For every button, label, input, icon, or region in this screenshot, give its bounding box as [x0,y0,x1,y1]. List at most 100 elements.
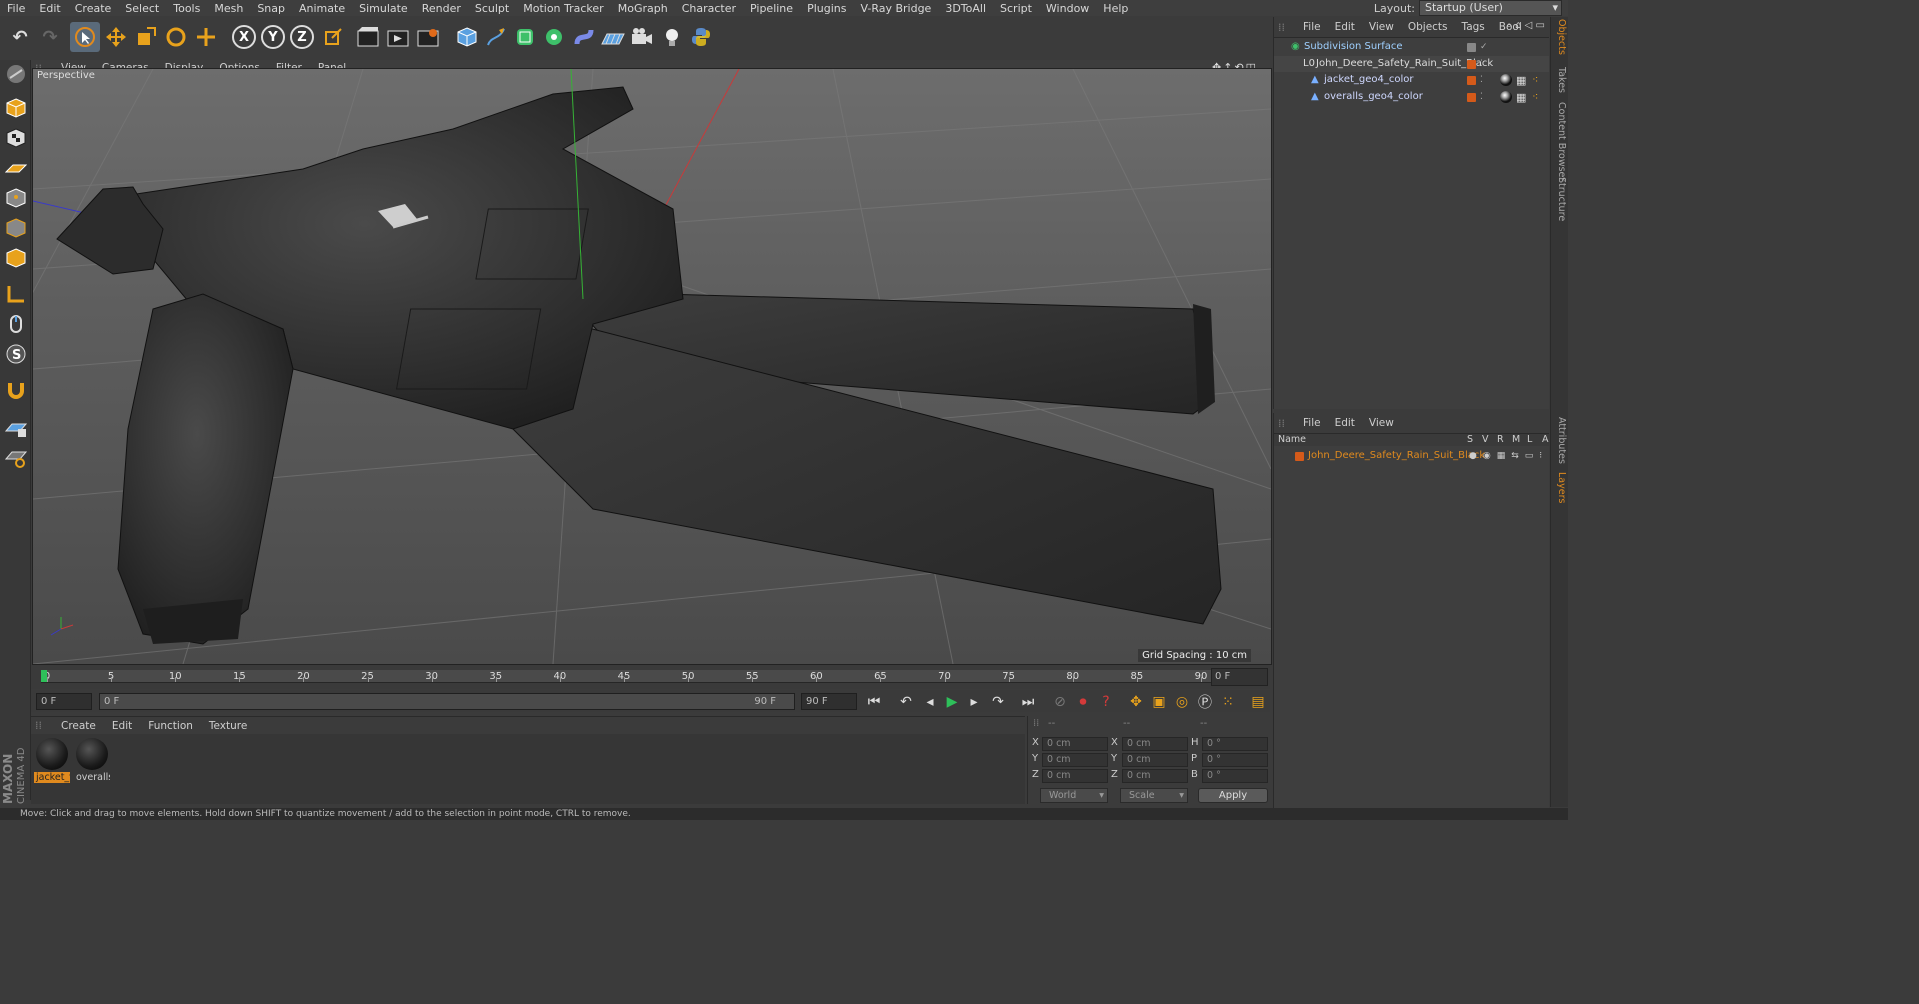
layer-flag-column[interactable]: A [1542,434,1549,445]
auto-key-icon[interactable]: ? [1097,693,1115,711]
render-picture-viewer-icon[interactable] [383,22,413,52]
layer-menu-view[interactable]: View [1362,417,1401,429]
render-view-icon[interactable] [353,22,383,52]
tweak-mode-icon[interactable] [2,310,30,338]
side-tab-structure[interactable]: Structure [1553,177,1567,221]
key-param-icon[interactable]: Ⓟ [1196,693,1214,711]
x-axis-lock-button[interactable]: X [229,22,259,52]
menu-mesh[interactable]: Mesh [207,2,250,15]
object-row[interactable]: ◉ Subdivision Surface ✓ [1274,39,1549,55]
timeline-ruler[interactable]: 051015202530354045505560657075808590 [41,670,1241,683]
frame-range-slider[interactable]: 0 F 90 F [99,693,795,710]
menu-select[interactable]: Select [118,2,166,15]
menu-render[interactable]: Render [415,2,468,15]
coord-value-field[interactable]: 0 cm [1042,769,1108,783]
go-to-end-icon[interactable]: ⏭ [1019,693,1037,711]
coord-value-field[interactable]: 0 cm [1042,737,1108,751]
apply-button[interactable]: Apply [1198,788,1268,803]
texture-mode-icon[interactable] [2,124,30,152]
transform-icon[interactable] [191,22,221,52]
record-disabled-icon[interactable]: ⊘ [1051,693,1069,711]
z-axis-lock-button[interactable]: Z [287,22,317,52]
previous-frame-icon[interactable]: ◂ [921,693,939,711]
texture-tag-icon[interactable]: ▦ [1516,90,1526,106]
previous-key-icon[interactable]: ↶ [897,693,915,711]
layer-flag-column[interactable]: L [1527,434,1532,445]
record-icon[interactable]: ⏺ [1074,693,1092,711]
layer-flag-column[interactable]: M [1512,434,1520,445]
object-menu-file[interactable]: File [1296,21,1328,33]
side-tab-layers[interactable]: Layers [1553,472,1567,503]
render-settings-icon[interactable] [413,22,443,52]
live-selection-icon[interactable] [70,22,100,52]
next-frame-icon[interactable]: ▸ [965,693,983,711]
menu-v-ray-bridge[interactable]: V-Ray Bridge [853,2,938,15]
layer-color-chip[interactable] [1467,59,1476,69]
coord-value-field[interactable]: 0 ° [1202,769,1268,783]
key-position-icon[interactable]: ✥ [1127,693,1145,711]
menu-simulate[interactable]: Simulate [352,2,415,15]
key-pla-icon[interactable]: ⁙ [1219,693,1237,711]
menu-plugins[interactable]: Plugins [800,2,853,15]
start-frame-field[interactable]: 0 F [36,693,92,710]
floor-icon[interactable] [598,22,628,52]
menu-file[interactable]: File [0,2,32,15]
timeline-window-icon[interactable]: ▤ [1249,693,1267,711]
end-frame-field[interactable]: 90 F [801,693,857,710]
visibility-dots-icon[interactable]: ⁚ [1480,89,1483,105]
object-menu-objects[interactable]: Objects [1401,21,1455,33]
timeline[interactable]: 051015202530354045505560657075808590 0 F [31,665,1270,689]
material-menu-edit[interactable]: Edit [104,720,140,732]
material-tag-icon[interactable] [1500,90,1512,103]
menu-help[interactable]: Help [1096,2,1135,15]
workplane-lock-icon[interactable] [2,414,30,442]
workplane-icon[interactable] [2,154,30,182]
cloner-icon[interactable] [539,22,569,52]
menu-edit[interactable]: Edit [32,2,67,15]
material-menu-create[interactable]: Create [53,720,104,732]
layer-color-chip[interactable] [1467,76,1476,85]
perspective-viewport[interactable]: Perspective Grid Spacing : 10 cm [32,68,1272,665]
coord-value-field[interactable]: 0 ° [1202,737,1268,751]
coordinate-system-icon[interactable] [318,22,348,52]
playhead[interactable] [41,670,47,682]
play-icon[interactable]: ▶ [943,693,961,711]
phong-tag-icon[interactable]: ⁖ [1532,89,1538,105]
go-to-start-icon[interactable]: ⏮ [865,693,883,711]
model-mode-icon[interactable] [2,94,30,122]
world-dropdown[interactable]: World ▾ [1040,788,1108,803]
layer-flag-column[interactable]: R [1497,434,1504,445]
menu-3dtoall[interactable]: 3DToAll [938,2,993,15]
object-menu-view[interactable]: View [1362,21,1401,33]
material-tag-icon[interactable] [1500,74,1512,86]
visibility-dots-icon[interactable]: ⁚ [1480,56,1483,72]
menu-tools[interactable]: Tools [166,2,207,15]
coord-value-field[interactable]: 0 cm [1122,769,1188,783]
cube-icon[interactable] [452,22,482,52]
undo-icon[interactable]: ↶ [5,22,35,52]
axis-mode-icon[interactable] [2,280,30,308]
menu-character[interactable]: Character [675,2,743,15]
solo-icon[interactable]: S [2,340,30,368]
menu-window[interactable]: Window [1039,2,1096,15]
coord-value-field[interactable]: 0 cm [1122,753,1188,767]
phong-tag-icon[interactable]: ⁖ [1532,72,1538,88]
layer-flag-column[interactable]: S [1467,434,1473,445]
layout-dropdown[interactable]: Startup (User) ▾ [1419,0,1562,16]
menu-mograph[interactable]: MoGraph [611,2,675,15]
menu-motion-tracker[interactable]: Motion Tracker [516,2,610,15]
material-menu-function[interactable]: Function [140,720,201,732]
snap-icon[interactable] [2,376,30,404]
material-swatch[interactable]: jacket_v [34,736,70,784]
move-icon[interactable] [101,22,131,52]
menu-script[interactable]: Script [993,2,1039,15]
edges-mode-icon[interactable] [2,214,30,242]
camera-icon[interactable] [627,22,657,52]
object-manager-nav-icons[interactable]: ⌕ ⌂ ◁ ▭ [1506,20,1545,31]
layer-menu-file[interactable]: File [1296,417,1328,429]
key-rotation-icon[interactable]: ◎ [1173,693,1191,711]
next-key-icon[interactable]: ↷ [989,693,1007,711]
y-axis-lock-button[interactable]: Y [258,22,288,52]
object-menu-edit[interactable]: Edit [1328,21,1362,33]
layer-color-chip[interactable] [1467,43,1476,52]
